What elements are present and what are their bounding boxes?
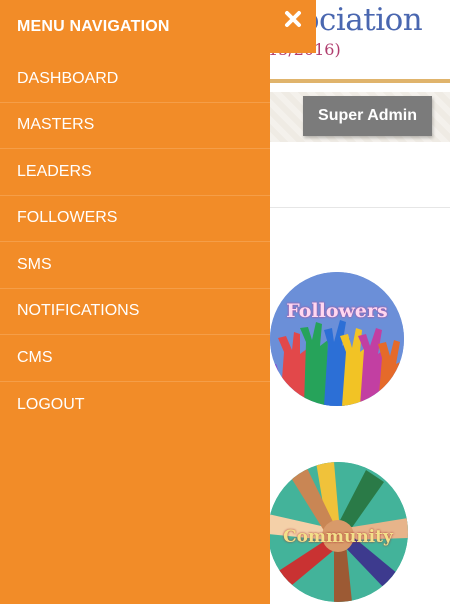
navigation-drawer: MENU NAVIGATION DASHBOARD MASTERS LEADER… <box>0 0 316 604</box>
super-admin-button[interactable]: Super Admin <box>303 96 432 136</box>
close-icon[interactable] <box>282 8 304 30</box>
menu-item-leaders[interactable]: LEADERS <box>0 149 270 196</box>
menu-item-followers[interactable]: FOLLOWERS <box>0 196 270 242</box>
menu-item-dashboard[interactable]: DASHBOARD <box>0 56 270 103</box>
menu-item-logout[interactable]: LOGOUT <box>0 382 270 429</box>
menu-item-masters[interactable]: MASTERS <box>0 103 270 149</box>
drawer-title: MENU NAVIGATION <box>17 17 170 35</box>
raised-hands-image <box>270 272 404 406</box>
menu-item-cms[interactable]: CMS <box>0 335 270 382</box>
drawer-header: MENU NAVIGATION <box>0 0 316 53</box>
community-card-label: Community <box>283 527 393 547</box>
content-divider <box>270 207 450 208</box>
menu-item-sms[interactable]: SMS <box>0 242 270 289</box>
followers-card[interactable]: Followers <box>270 272 404 406</box>
menu-list: DASHBOARD MASTERS LEADERS FOLLOWERS SMS … <box>0 56 270 428</box>
community-card[interactable]: Community <box>268 462 408 602</box>
menu-item-notifications[interactable]: NOTIFICATIONS <box>0 289 270 335</box>
followers-card-label: Followers <box>286 300 388 322</box>
